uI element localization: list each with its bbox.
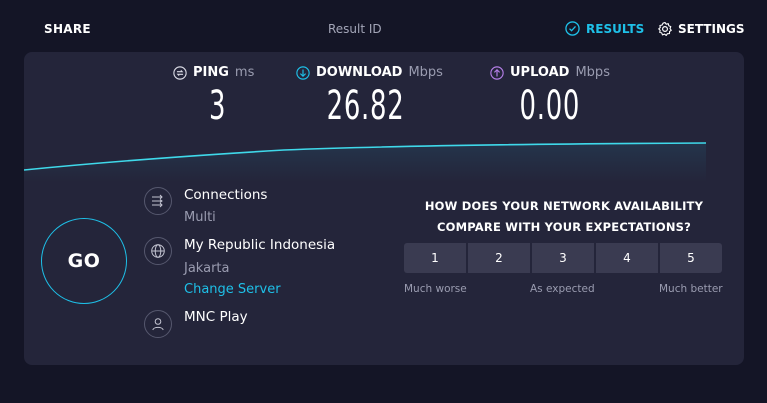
rating-button-5[interactable]: 5 (660, 243, 722, 273)
download-unit: Mbps (408, 65, 443, 80)
ping-header: PING ms (173, 65, 254, 80)
ping-metric: PING ms 3 (173, 65, 254, 128)
user-icon (152, 318, 164, 331)
download-arrow-icon (296, 65, 310, 80)
upload-arrow-icon (490, 65, 504, 80)
change-server-link[interactable]: Change Server (184, 282, 281, 297)
connections-icon-wrap (144, 187, 172, 215)
scale-label-high: Much better (659, 283, 723, 295)
provider-name: MNC Play (184, 309, 248, 325)
server-icon-wrap (144, 237, 172, 265)
gear-icon (658, 21, 672, 36)
ping-unit: ms (234, 65, 255, 80)
upload-header: UPLOAD Mbps (490, 65, 610, 80)
survey-question: HOW DOES YOUR NETWORK AVAILABILITY COMPA… (404, 196, 724, 238)
download-metric: DOWNLOAD Mbps 26.82 (296, 65, 443, 128)
upload-metric: UPLOAD Mbps 0.00 (490, 65, 610, 128)
download-value: 26.82 (326, 83, 405, 129)
go-button[interactable]: GO (41, 218, 127, 304)
speed-graph (24, 142, 707, 182)
rating-button-4[interactable]: 4 (596, 243, 658, 273)
connections-arrows-icon (152, 194, 163, 208)
ping-icon (173, 65, 187, 80)
provider-icon-wrap (144, 310, 172, 338)
scale-label-mid: As expected (530, 283, 595, 295)
ping-value: 3 (209, 83, 227, 129)
server-location: Jakarta (184, 261, 230, 276)
rating-button-1[interactable]: 1 (404, 243, 466, 273)
rating-button-2[interactable]: 2 (468, 243, 530, 273)
server-name: My Republic Indonesia (184, 237, 336, 253)
result-id-label: Result ID (328, 22, 382, 36)
upload-label: UPLOAD (510, 65, 570, 80)
check-circle-icon (565, 21, 580, 36)
globe-icon (151, 244, 165, 258)
top-bar: SHARE Result ID RESULTS SETTINGS (0, 0, 767, 52)
result-card: PING ms 3 DOWNLOAD Mbps 26.82 UPLOAD Mbp… (24, 52, 744, 365)
connections-title: Connections (184, 187, 268, 203)
results-label: RESULTS (586, 21, 645, 36)
rating-button-3[interactable]: 3 (532, 243, 594, 273)
upload-unit: Mbps (575, 65, 610, 80)
connections-value: Multi (184, 210, 216, 225)
results-link[interactable]: RESULTS (565, 21, 644, 36)
download-header: DOWNLOAD Mbps (296, 65, 443, 80)
scale-label-low: Much worse (404, 283, 467, 295)
ping-label: PING (193, 65, 229, 80)
share-button[interactable]: SHARE (44, 22, 91, 36)
speed-graph-area (24, 143, 706, 182)
upload-value: 0.00 (519, 83, 581, 129)
settings-label: SETTINGS (678, 22, 745, 36)
survey-question-line2: COMPARE WITH YOUR EXPECTATIONS? (436, 220, 692, 234)
survey-question-line1: HOW DOES YOUR NETWORK AVAILABILITY (424, 199, 704, 213)
rating-scale: 1 2 3 4 5 (404, 243, 722, 273)
download-label: DOWNLOAD (316, 65, 403, 80)
settings-link[interactable]: SETTINGS (657, 21, 745, 37)
